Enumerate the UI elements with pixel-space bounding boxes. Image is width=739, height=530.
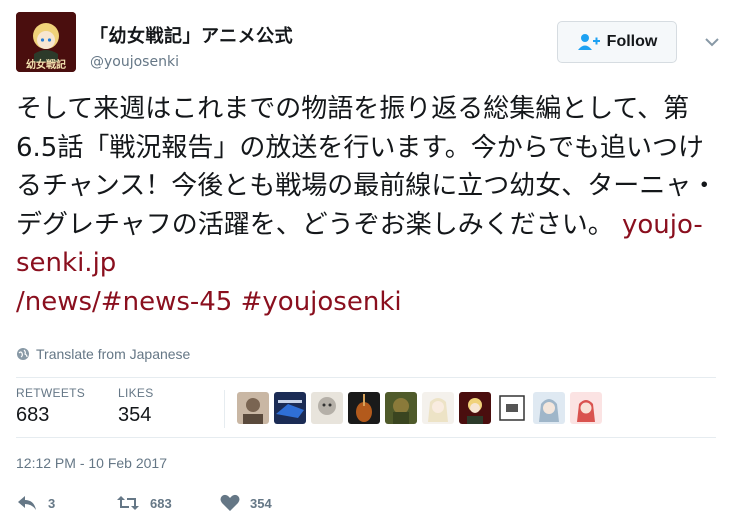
like-count: 354 — [250, 495, 272, 511]
author-names: 「幼女戦記」アニメ公式 @youjosenki — [90, 22, 293, 70]
liker-avatar[interactable] — [422, 392, 454, 424]
tweet-hashtag[interactable]: #youjosenki — [241, 287, 402, 317]
liker-avatar[interactable] — [348, 392, 380, 424]
retweet-count: 683 — [150, 495, 172, 511]
author-handle[interactable]: @youjosenki — [90, 54, 293, 70]
globe-icon — [17, 348, 29, 360]
reply-count: 3 — [48, 495, 56, 511]
divider — [16, 437, 716, 438]
liker-avatar[interactable] — [570, 392, 602, 424]
reply-button[interactable]: 3 — [16, 494, 55, 512]
tweet-timestamp[interactable]: 12:12 PM - 10 Feb 2017 — [16, 455, 167, 471]
retweets-label: RETWEETS — [16, 386, 86, 400]
like-button[interactable]: 354 — [220, 494, 272, 512]
follow-button-label: Follow — [606, 33, 658, 50]
author-display-name[interactable]: 「幼女戦記」アニメ公式 — [90, 22, 293, 48]
tweet-stats: RETWEETS 683 LIKES 354 — [16, 386, 716, 434]
tweet-actions: 3 683 354 — [16, 494, 416, 518]
divider — [16, 377, 716, 378]
liker-avatar[interactable] — [496, 392, 528, 424]
likes-stat[interactable]: LIKES 354 — [118, 386, 154, 427]
translate-label: Translate from Japanese — [36, 346, 191, 362]
likes-value: 354 — [118, 404, 152, 426]
retweets-value: 683 — [16, 404, 50, 426]
tweet-text: そして来週はこれまでの物語を振り返る総集編として、第6.5話「戦況報告」の放送を… — [16, 90, 722, 321]
translate-link[interactable]: Translate from Japanese — [16, 346, 190, 362]
liker-avatar[interactable] — [274, 392, 306, 424]
tweet-header: 幼女戦記 「幼女戦記」アニメ公式 @youjosenki Follow — [16, 12, 722, 76]
tweet-body-text: そして来週はこれまでの物語を振り返る総集編として、第6.5話「戦況報告」の放送を… — [16, 94, 718, 240]
liker-avatar[interactable] — [459, 392, 491, 424]
retweets-stat[interactable]: RETWEETS 683 — [16, 386, 85, 427]
author-avatar[interactable]: 幼女戦記 — [16, 12, 76, 72]
likes-label: LIKES — [118, 386, 154, 400]
follow-button[interactable]: Follow — [557, 21, 677, 63]
liker-avatar[interactable] — [237, 392, 269, 424]
retweet-button[interactable]: 683 — [116, 494, 172, 512]
avatar-text: 幼女戦記 — [26, 60, 66, 71]
retweet-icon — [117, 496, 139, 510]
heart-icon — [220, 494, 240, 511]
reply-icon — [18, 496, 36, 510]
follow-user-icon — [577, 34, 600, 50]
chevron-down-icon[interactable] — [704, 34, 720, 50]
liker-avatar[interactable] — [311, 392, 343, 424]
liker-avatar[interactable] — [533, 392, 565, 424]
liker-avatar[interactable] — [385, 392, 417, 424]
liker-avatars — [237, 392, 602, 424]
stats-separator — [224, 390, 225, 428]
